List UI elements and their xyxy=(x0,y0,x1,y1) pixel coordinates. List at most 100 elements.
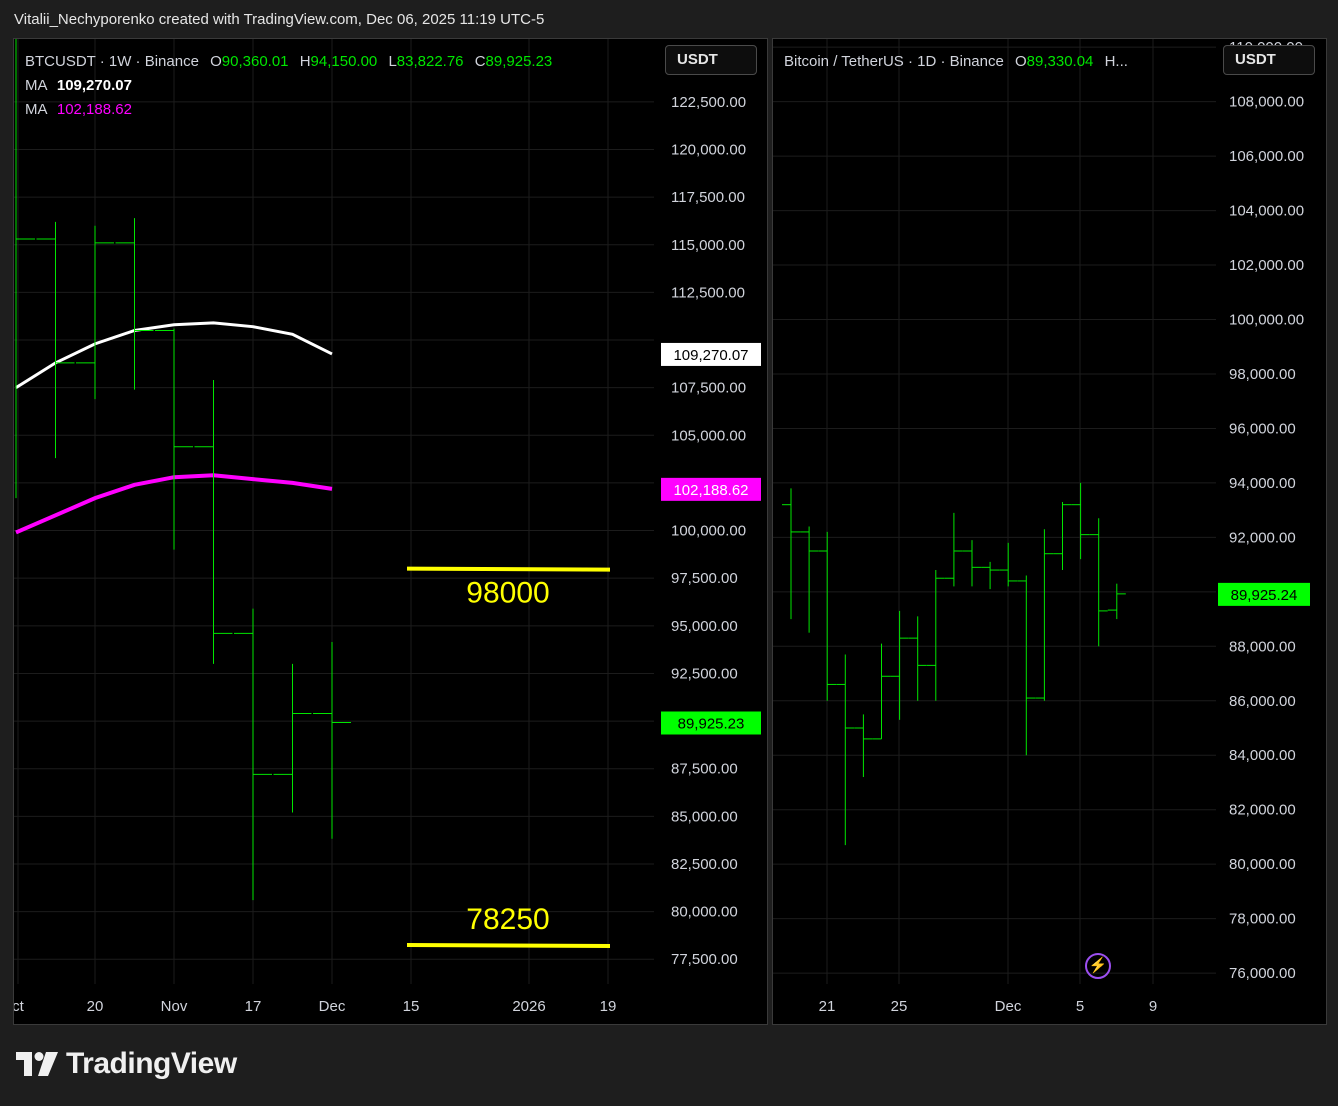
y-tick-label: 92,000.00 xyxy=(1229,529,1296,546)
ohlc-bar xyxy=(1053,501,1072,571)
price-badge-text: 89,925.23 xyxy=(678,716,745,733)
y-tick-label: 85,000.00 xyxy=(671,808,738,825)
high-value: 94,150.00 xyxy=(310,53,378,70)
logo-text: TradingView xyxy=(66,1047,237,1080)
x-tick-label: 25 xyxy=(891,998,908,1015)
ohlc-bar xyxy=(854,714,873,778)
y-tick-label: 104,000.00 xyxy=(1229,203,1304,220)
weekly-chart-svg[interactable]: 77,500.00 80,000.00 82,500.00 85,000.00 87,5… xyxy=(14,39,767,1024)
y-tick-label: 106,000.00 xyxy=(1229,148,1304,165)
x-tick-label: 5 xyxy=(1076,998,1084,1015)
ohlc-bar xyxy=(872,643,891,740)
ohlc-bar xyxy=(273,663,312,813)
y-tick-label: 122,500.00 xyxy=(671,94,746,111)
symbol-info[interactable]: Bitcoin / TetherUS · 1D · Binance xyxy=(784,53,1004,70)
symbol-info[interactable]: BTCUSDT · 1W · Binance xyxy=(25,53,199,70)
x-tick-label: 17 xyxy=(245,998,262,1015)
ma-slow-label: MA xyxy=(25,101,47,118)
y-tick-label: 80,000.00 xyxy=(671,904,738,921)
y-tick-label: 88,000.00 xyxy=(1229,638,1296,655)
tradingview-logo[interactable]: TradingView xyxy=(16,1046,237,1082)
x-tick-label: 21 xyxy=(819,998,836,1015)
ma-fast-legend[interactable]: MA 109,270.07 xyxy=(25,74,552,98)
x-tick-label: 9 xyxy=(1149,998,1157,1015)
high-label: H xyxy=(299,53,311,70)
y-tick-label: 102,000.00 xyxy=(1229,257,1304,274)
weekly-chart-legend: BTCUSDT · 1W · Binance O90,360.01 H94,15… xyxy=(25,50,552,122)
tradingview-logo-icon xyxy=(16,1052,58,1076)
daily-chart-svg[interactable]: 76,000.00 78,000.00 80,000.00 82,000.00 84,0… xyxy=(773,39,1326,1024)
ohlc-bar xyxy=(836,654,855,846)
ohlc-bar xyxy=(234,608,272,901)
y-tick-label: 82,500.00 xyxy=(671,856,738,873)
y-tick-label: 86,000.00 xyxy=(1229,693,1296,710)
open-value: 89,330.04 xyxy=(1026,53,1094,70)
y-tick-label: 97,500.00 xyxy=(671,570,738,587)
ohlc-bar xyxy=(194,380,233,664)
price-badge-text: 109,270.07 xyxy=(673,347,748,364)
currency-button[interactable]: USDT xyxy=(1223,45,1315,75)
ma-slow-legend[interactable]: MA 102,188.62 xyxy=(25,98,552,122)
y-tick-label: 120,000.00 xyxy=(671,142,746,159)
ma-fast-label: MA xyxy=(25,77,47,94)
y-tick-label: 94,000.00 xyxy=(1229,475,1296,492)
ma-fast-value: 109,270.07 xyxy=(56,77,132,94)
price-badge-text: 89,925.24 xyxy=(1231,587,1298,604)
legend-truncated: H... xyxy=(1104,53,1128,70)
low-label: L xyxy=(388,53,397,70)
ohlc-bar xyxy=(155,328,193,550)
ohlc-bar xyxy=(76,225,114,400)
ohlc-bar xyxy=(1071,482,1090,560)
lightning-icon[interactable]: ⚡ xyxy=(1085,953,1111,979)
y-tick-label: 112,500.00 xyxy=(671,284,745,301)
price-badge-text: 102,188.62 xyxy=(673,482,748,499)
x-tick-label: Nov xyxy=(161,998,188,1015)
x-tick-label: 15 xyxy=(403,998,420,1015)
y-tick-label: 96,000.00 xyxy=(1229,420,1296,437)
y-tick-label: 80,000.00 xyxy=(1229,856,1296,873)
y-tick-label: 100,000.00 xyxy=(1229,312,1304,329)
y-tick-label: 82,000.00 xyxy=(1229,802,1296,819)
y-tick-label: 107,500.00 xyxy=(671,380,746,397)
ohlc-bar xyxy=(926,570,945,701)
ohlc-bar xyxy=(115,218,154,390)
ohlc-bar xyxy=(818,531,837,701)
ohlc-bar xyxy=(999,542,1018,587)
y-tick-label: 115,000.00 xyxy=(671,237,745,254)
y-tick-label: 95,000.00 xyxy=(671,618,738,635)
ohlc-bar xyxy=(1017,575,1036,756)
low-value: 83,822.76 xyxy=(396,53,464,70)
y-tick-label: 84,000.00 xyxy=(1229,747,1296,764)
y-tick-label: 87,500.00 xyxy=(671,761,738,778)
ohlc-bar xyxy=(963,540,981,587)
level-label-78250: 78250 xyxy=(466,903,549,936)
chart-credit: Vitalii_Nechyporenko created with Tradin… xyxy=(14,11,545,28)
level-line-78250 xyxy=(406,942,611,948)
level-line-98000 xyxy=(406,566,611,572)
ohlc-bar xyxy=(313,642,351,839)
weekly-chart-pane[interactable]: 77,500.00 80,000.00 82,500.00 85,000.00 87,5… xyxy=(13,38,768,1025)
y-tick-label: 77,500.00 xyxy=(671,951,738,968)
x-tick-label: 20 xyxy=(87,998,104,1015)
y-tick-label: 76,000.00 xyxy=(1229,965,1296,982)
currency-button[interactable]: USDT xyxy=(665,45,757,75)
x-tick-label: 19 xyxy=(600,998,617,1015)
ma-slow-value: 102,188.62 xyxy=(56,101,132,118)
daily-chart-legend: Bitcoin / TetherUS · 1D · Binance O89,33… xyxy=(784,50,1128,74)
ohlc-bar xyxy=(981,561,1000,590)
daily-chart-pane[interactable]: 76,000.00 78,000.00 80,000.00 82,000.00 84,0… xyxy=(772,38,1327,1025)
x-tick-label: Dec xyxy=(319,998,346,1015)
level-label-98000: 98000 xyxy=(466,577,549,610)
x-tick-label: Dec xyxy=(995,998,1022,1015)
y-tick-label: 105,000.00 xyxy=(671,427,746,444)
open-label: O xyxy=(1015,53,1027,70)
ohlc-bar xyxy=(944,512,963,587)
y-tick-label: 100,000.00 xyxy=(671,523,746,540)
x-tick-label: 2026 xyxy=(512,998,545,1015)
ohlc-bar xyxy=(908,616,927,701)
close-label: C xyxy=(474,53,486,70)
open-value: 90,360.01 xyxy=(221,53,289,70)
ohlc-bar xyxy=(1035,529,1054,701)
open-label: O xyxy=(210,53,222,70)
ohlc-bar xyxy=(1107,583,1126,620)
